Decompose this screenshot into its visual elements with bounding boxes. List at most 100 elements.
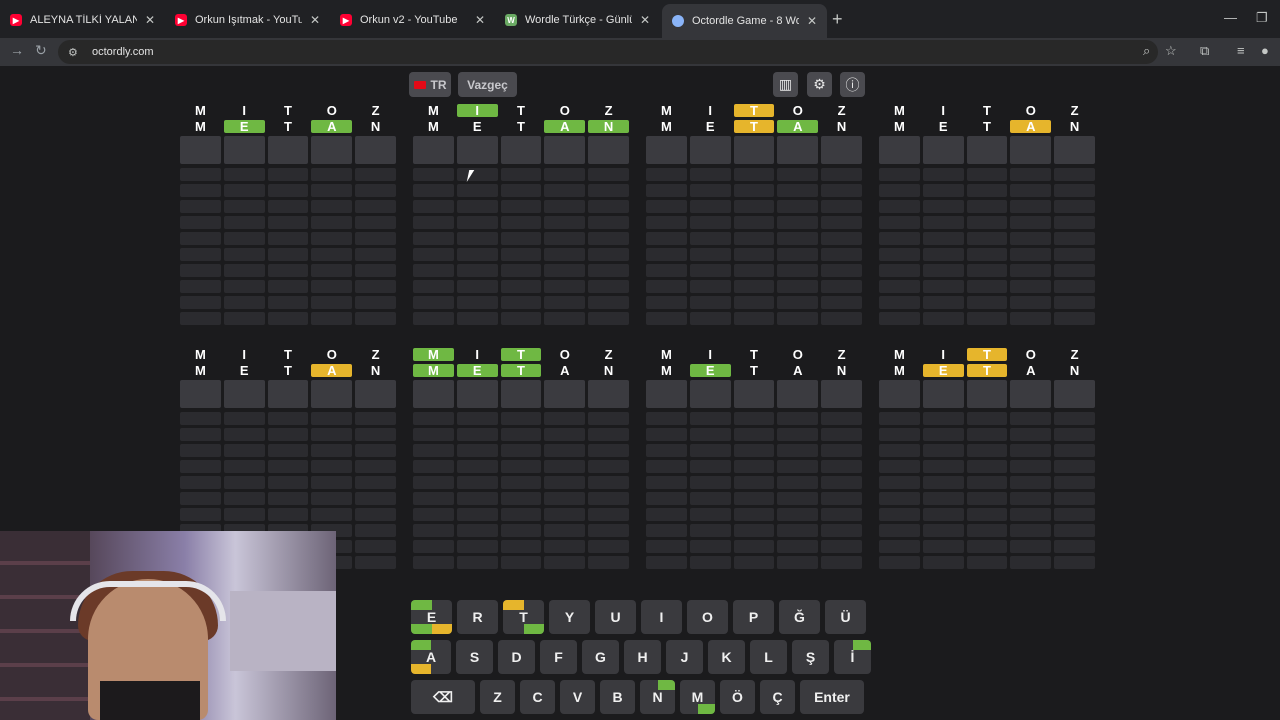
empty-tile (544, 232, 586, 245)
letter-tile: A (544, 119, 586, 134)
empty-tile (180, 280, 221, 293)
tab-orkun-v2[interactable]: ▶ Orkun v2 - YouTube ✕ (330, 6, 495, 34)
empty-tile (777, 556, 819, 569)
key-m[interactable]: M (680, 680, 715, 714)
key-ü[interactable]: Ü (825, 600, 866, 634)
bookmark-star-icon[interactable]: ☆ (1165, 43, 1177, 59)
info-icon[interactable]: ⓘ (840, 72, 865, 97)
guess-row: METAN (413, 119, 629, 134)
close-icon[interactable]: ✕ (310, 13, 320, 27)
close-icon[interactable]: ✕ (640, 13, 650, 27)
key-j[interactable]: J (666, 640, 703, 674)
key-l[interactable]: L (750, 640, 787, 674)
stats-icon[interactable]: ▥ (773, 72, 798, 97)
key-c[interactable]: C (520, 680, 555, 714)
letter-tile: T (284, 363, 292, 378)
letter-tile: E (239, 363, 249, 378)
enter-key[interactable]: Enter (800, 680, 864, 714)
key-ğ[interactable]: Ğ (779, 600, 820, 634)
key-o[interactable]: O (687, 600, 728, 634)
key-n[interactable]: N (640, 680, 675, 714)
key-f[interactable]: F (540, 640, 577, 674)
key-i̇[interactable]: İ (834, 640, 871, 674)
key-b[interactable]: B (600, 680, 635, 714)
give-up-button[interactable]: Vazgeç (458, 72, 517, 97)
key-y[interactable]: Y (549, 600, 590, 634)
empty-tile (646, 444, 687, 457)
empty-tile (500, 428, 542, 441)
new-tab-icon[interactable]: + (832, 9, 843, 30)
key-v[interactable]: V (560, 680, 595, 714)
empty-tile (180, 232, 221, 245)
empty-tile (588, 508, 629, 521)
key-u[interactable]: U (595, 600, 636, 634)
empty-tile (879, 216, 920, 229)
key-z[interactable]: Z (480, 680, 515, 714)
input-tile (267, 380, 309, 408)
tab-aleyna[interactable]: ▶ ALEYNA TİLKİ YALAN MAKİNES ✕ (0, 6, 165, 34)
empty-row (646, 248, 862, 261)
key-k[interactable]: K (708, 640, 745, 674)
empty-tile (646, 296, 687, 309)
guess-row: METAN (646, 363, 862, 378)
empty-tile (646, 508, 687, 521)
zoom-icon[interactable]: ⌕ (1143, 43, 1150, 59)
empty-tile (821, 492, 862, 505)
empty-tile (355, 540, 396, 553)
language-button[interactable]: TR (409, 72, 451, 97)
key-a[interactable]: A (411, 640, 451, 674)
key-ç[interactable]: Ç (760, 680, 795, 714)
close-icon[interactable]: ✕ (807, 14, 817, 28)
empty-tile (456, 508, 498, 521)
close-icon[interactable]: ✕ (145, 13, 155, 27)
key-ö[interactable]: Ö (720, 680, 755, 714)
tab-search-icon[interactable]: ≡ (1237, 43, 1245, 58)
reload-icon[interactable]: ↻ (35, 42, 47, 59)
tab-title: Orkun v2 - YouTube (360, 14, 458, 26)
input-tile (588, 136, 629, 164)
address-bar[interactable]: ⚙ octordly.com (58, 40, 1158, 64)
tab-wordle-turkce[interactable]: W Wordle Türkçe - Günlük Kelime ✕ (495, 6, 660, 34)
empty-tile (588, 444, 629, 457)
empty-tile (646, 200, 687, 213)
key-i[interactable]: I (641, 600, 682, 634)
letter-tile: T (983, 103, 991, 118)
empty-tile (500, 524, 542, 537)
tab-octordle[interactable]: Octordle Game - 8 Words Word ✕ (662, 4, 827, 38)
forward-icon[interactable]: → (10, 42, 24, 58)
key-d[interactable]: D (498, 640, 535, 674)
site-settings-icon[interactable]: ⚙ (68, 46, 82, 59)
key-t[interactable]: T (503, 600, 544, 634)
close-icon[interactable]: ✕ (475, 13, 485, 27)
backspace-key[interactable]: ⌫ (411, 680, 475, 714)
empty-tile (223, 492, 265, 505)
letter-tile: T (750, 347, 758, 362)
tab-orkun-isitmak[interactable]: ▶ Orkun Işıtmak - YouTube ✕ (165, 6, 330, 34)
key-s[interactable]: S (456, 640, 493, 674)
empty-tile (1054, 556, 1095, 569)
key-p[interactable]: P (733, 600, 774, 634)
input-tile (777, 380, 819, 408)
extensions-icon[interactable]: ⧉ (1200, 43, 1209, 59)
key-e[interactable]: E (411, 600, 452, 634)
language-label: TR (430, 77, 447, 92)
minimize-icon[interactable]: — (1224, 10, 1237, 25)
empty-tile (922, 476, 964, 489)
empty-tile (1054, 312, 1095, 325)
key-g[interactable]: G (582, 640, 619, 674)
key-r[interactable]: R (457, 600, 498, 634)
empty-tile (413, 216, 454, 229)
empty-tile (966, 296, 1008, 309)
empty-tile (922, 248, 964, 261)
empty-tile (733, 556, 775, 569)
empty-tile (456, 200, 498, 213)
empty-tile (646, 280, 687, 293)
empty-tile (777, 168, 819, 181)
settings-gear-icon[interactable]: ⚙ (807, 72, 832, 97)
key-h[interactable]: H (624, 640, 661, 674)
key-ş[interactable]: Ş (792, 640, 829, 674)
empty-tile (1010, 540, 1052, 553)
restore-icon[interactable]: ❐ (1256, 10, 1268, 26)
profile-icon[interactable]: ● (1261, 43, 1269, 58)
empty-tile (777, 492, 819, 505)
